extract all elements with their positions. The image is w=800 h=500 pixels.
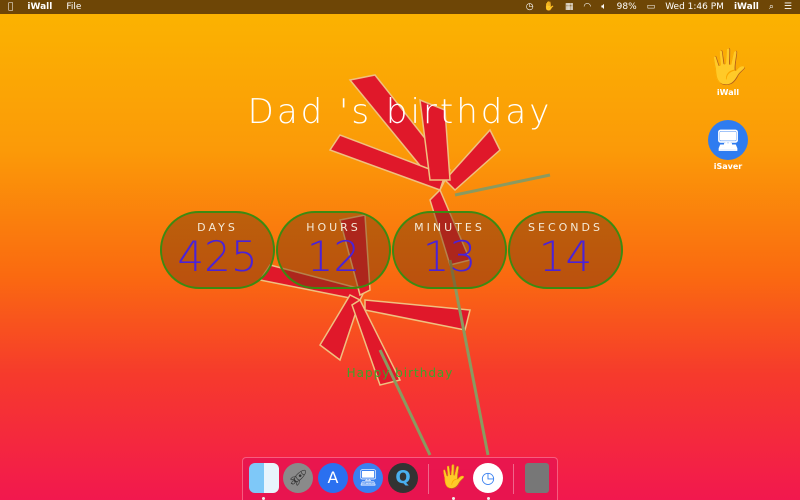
hours-counter: HOURS 12 bbox=[276, 211, 391, 289]
days-value: 425 bbox=[177, 232, 258, 281]
dock: 🚀︎ A 🖥︎ Q 🖐 ◷ bbox=[242, 457, 558, 500]
dock-finder-icon[interactable] bbox=[249, 463, 279, 493]
dock-app-store-icon[interactable]: A bbox=[318, 463, 348, 493]
desktop-icon-iwall[interactable]: 🖐 iWall bbox=[688, 46, 768, 97]
minutes-value: 13 bbox=[422, 232, 477, 281]
dock-separator bbox=[428, 464, 429, 494]
seconds-counter: SECONDS 14 bbox=[508, 211, 623, 289]
dock-iwall-icon[interactable]: 🖐 bbox=[438, 463, 468, 493]
dock-quicktime-icon[interactable]: Q bbox=[388, 463, 418, 493]
desktop-icon-isaver[interactable]: 🖥︎ iSaver bbox=[688, 120, 768, 171]
monitor-icon: 🖥︎ bbox=[708, 120, 748, 160]
hand-icon: 🖐 bbox=[706, 47, 750, 87]
desktop-icon-label: iSaver bbox=[713, 162, 743, 171]
dock-clock-icon[interactable]: ◷ bbox=[473, 463, 503, 493]
dock-isaver-icon[interactable]: 🖥︎ bbox=[353, 463, 383, 493]
dock-separator bbox=[513, 464, 514, 494]
dock-launchpad-icon[interactable]: 🚀︎ bbox=[283, 463, 313, 493]
seconds-value: 14 bbox=[538, 232, 593, 281]
event-title: Dad 's birthday bbox=[247, 92, 553, 132]
birthday-message: Happy birthday bbox=[346, 366, 454, 380]
hours-value: 12 bbox=[306, 232, 361, 281]
minutes-counter: MINUTES 13 bbox=[392, 211, 507, 289]
days-counter: DAYS 425 bbox=[160, 211, 275, 289]
desktop-icon-label: iWall bbox=[716, 88, 740, 97]
dock-trash-icon[interactable] bbox=[525, 463, 549, 493]
